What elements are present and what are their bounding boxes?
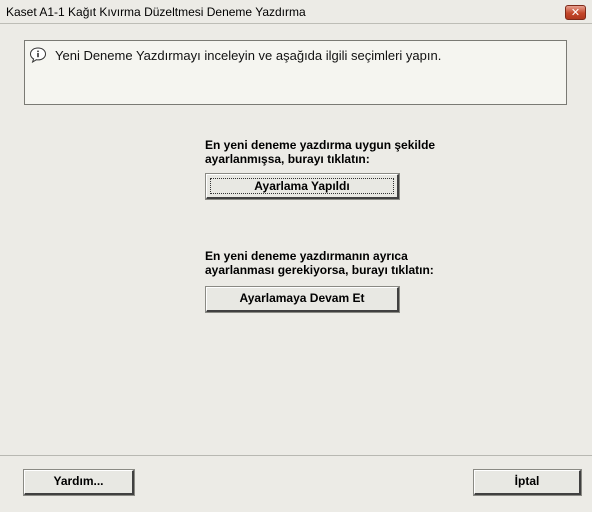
- adjustment-done-button[interactable]: Ayarlama Yapıldı: [206, 174, 399, 199]
- title-bar[interactable]: Kaset A1-1 Kağıt Kıvırma Düzeltmesi Dene…: [0, 0, 592, 24]
- continue-adjustment-button[interactable]: Ayarlamaya Devam Et: [206, 287, 399, 312]
- help-button-label: Yardım...: [53, 474, 104, 488]
- help-button[interactable]: Yardım...: [24, 470, 134, 495]
- adjustment-done-prompt-line2: ayarlanmışsa, burayı tıklatın:: [205, 152, 370, 166]
- info-icon: [29, 47, 47, 63]
- close-button[interactable]: ✕: [565, 5, 586, 20]
- info-message-box: Yeni Deneme Yazdırmayı inceleyin ve aşağ…: [24, 40, 567, 105]
- continue-adjustment-prompt-line2: ayarlanması gerekiyorsa, burayı tıklatın…: [205, 263, 434, 277]
- cancel-button[interactable]: İptal: [474, 470, 581, 495]
- adjustment-done-prompt: En yeni deneme yazdırma uygun şekilde ay…: [205, 138, 435, 166]
- continue-adjustment-prompt-line1: En yeni deneme yazdırmanın ayrıca: [205, 249, 408, 263]
- window-title: Kaset A1-1 Kağıt Kıvırma Düzeltmesi Dene…: [6, 5, 306, 19]
- adjustment-done-button-label: Ayarlama Yapıldı: [210, 178, 394, 194]
- dialog-window: Kaset A1-1 Kağıt Kıvırma Düzeltmesi Dene…: [0, 0, 592, 512]
- cancel-button-label: İptal: [514, 474, 540, 488]
- close-icon: ✕: [570, 6, 581, 19]
- adjustment-done-prompt-line1: En yeni deneme yazdırma uygun şekilde: [205, 138, 436, 152]
- footer-divider: [0, 455, 592, 456]
- continue-adjustment-prompt: En yeni deneme yazdırmanın ayrıca ayarla…: [205, 249, 434, 277]
- info-message-text: Yeni Deneme Yazdırmayı inceleyin ve aşağ…: [55, 48, 442, 63]
- continue-adjustment-button-label: Ayarlamaya Devam Et: [239, 291, 365, 305]
